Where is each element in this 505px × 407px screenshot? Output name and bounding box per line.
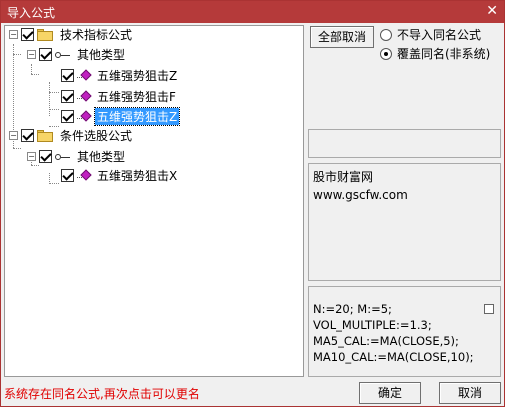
info-source-url: www.gscfw.com — [313, 188, 408, 202]
preview-checkbox[interactable] — [484, 304, 494, 314]
tree-node-label: 五维强势狙击X — [97, 169, 178, 183]
tree-node-label: 五维强势狙击Z — [97, 69, 178, 83]
collapse-icon[interactable]: − — [27, 50, 36, 59]
status-message: 系统存在同名公式,再次点击可以更名 — [4, 387, 200, 401]
tree-node-other-types[interactable]: − 其他类型 — [27, 46, 127, 63]
radio-button[interactable] — [380, 47, 392, 60]
tree-node-formula[interactable]: 五维强势狙击Z — [61, 67, 179, 84]
tree-checkbox[interactable] — [21, 28, 34, 41]
formula-icon — [77, 168, 92, 182]
tree-node-label: 五维强势狙击Z — [93, 107, 181, 126]
formula-code-preview[interactable]: N:=20; M:=5; VOL_MULTIPLE:=1.3; MA5_CAL:… — [308, 286, 501, 377]
tree-node-formula-selected[interactable]: 五维强势狙击Z — [61, 107, 181, 126]
tree-checkbox[interactable] — [39, 48, 52, 61]
radio-skip-duplicates[interactable]: 不导入同名公式 — [380, 26, 481, 43]
tree-node-label: 其他类型 — [77, 48, 126, 62]
formula-icon — [77, 89, 92, 103]
tree-checkbox[interactable] — [61, 90, 74, 103]
folder-icon — [37, 129, 53, 142]
tree-node-formula[interactable]: 五维强势狙击F — [61, 88, 178, 105]
tree-node-label: 五维强势狙击F — [97, 90, 176, 104]
radio-button[interactable] — [380, 28, 392, 41]
code-line: MA5_CAL:=MA(CLOSE,5); — [313, 334, 459, 348]
info-source-name: 股市财富网 — [313, 170, 374, 184]
radio-label: 不导入同名公式 — [397, 28, 482, 42]
deselect-all-button[interactable]: 全部取消 — [310, 26, 374, 48]
tree-checkbox[interactable] — [39, 150, 52, 163]
key-icon — [55, 49, 71, 61]
import-formula-dialog: 导入公式 ✕ − 技术指标公式 − 其他类型 五维强势狙击Z 五维强势狙击F 五… — [0, 0, 505, 407]
code-line: N:=20; M:=5; — [313, 302, 392, 316]
close-icon[interactable]: ✕ — [486, 3, 498, 19]
title-bar: 导入公式 ✕ — [1, 1, 504, 23]
formula-tree: − 技术指标公式 − 其他类型 五维强势狙击Z 五维强势狙击F 五维强势狙击Z … — [4, 25, 304, 377]
window-title: 导入公式 — [7, 6, 56, 20]
tree-node-label: 技术指标公式 — [60, 28, 133, 42]
tree-node-label: 条件选股公式 — [60, 129, 133, 143]
tree-checkbox[interactable] — [61, 110, 74, 123]
folder-icon — [37, 28, 53, 41]
ok-button[interactable]: 确定 — [359, 382, 421, 404]
code-line: MA10_CAL:=MA(CLOSE,10); — [313, 350, 474, 364]
radio-overwrite-duplicates[interactable]: 覆盖同名(非系统) — [380, 45, 490, 62]
name-field[interactable] — [308, 129, 501, 158]
tree-node-other-types[interactable]: − 其他类型 — [27, 148, 127, 165]
formula-info-box: 股市财富网 www.gscfw.com — [308, 163, 501, 281]
formula-icon — [77, 109, 92, 123]
collapse-icon[interactable]: − — [9, 131, 18, 140]
cancel-button[interactable]: 取消 — [439, 382, 501, 404]
tree-node-label: 其他类型 — [77, 150, 126, 164]
radio-label: 覆盖同名(非系统) — [397, 47, 491, 61]
tree-node-screening-formulas[interactable]: − 条件选股公式 — [9, 127, 134, 144]
collapse-icon[interactable]: − — [27, 152, 36, 161]
tree-node-formula[interactable]: 五维强势狙击X — [61, 167, 179, 184]
tree-checkbox[interactable] — [21, 129, 34, 142]
formula-icon — [77, 68, 92, 82]
collapse-icon[interactable]: − — [9, 30, 18, 39]
tree-node-indicator-formulas[interactable]: − 技术指标公式 — [9, 26, 134, 43]
tree-checkbox[interactable] — [61, 69, 74, 82]
key-icon — [55, 151, 71, 163]
code-line: VOL_MULTIPLE:=1.3; — [313, 318, 432, 332]
tree-checkbox[interactable] — [61, 169, 74, 182]
